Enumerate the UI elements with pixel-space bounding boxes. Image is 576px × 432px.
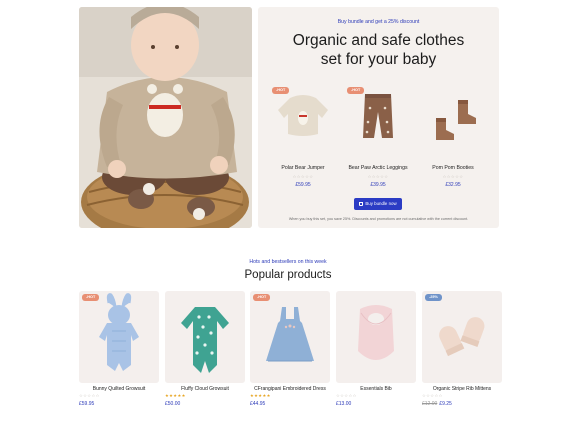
item-name[interactable]: Polar Bear Jumper [262, 165, 344, 171]
product-name[interactable]: Fluffy Cloud Growsuit [157, 386, 253, 392]
product-card[interactable]: -HOT Bunny Quilted Growsuit ☆☆☆☆☆ £59.95 [79, 291, 159, 415]
bunny-growsuit-icon[interactable] [79, 291, 159, 383]
rating-stars: ☆☆☆☆☆ [79, 393, 100, 398]
item-name[interactable]: Bear Paw Arctic Leggings [337, 165, 419, 171]
bundle-item[interactable]: Pom Pom Booties ☆☆☆☆☆ £32.95 [418, 80, 488, 195]
item-price: £59.95 [295, 182, 311, 188]
product-price: £59.95 [79, 401, 95, 407]
buy-bundle-label: Buy bundle now [365, 201, 397, 206]
old-price: £12.00 [422, 401, 438, 407]
bib-icon[interactable] [336, 291, 416, 383]
product-price: £50.00 [165, 401, 181, 407]
product-name[interactable]: CFrangipani Embroidered Dress [242, 386, 338, 392]
bundle-offer-panel: Buy bundle and get a 25% discount Organi… [258, 7, 499, 228]
hot-badge: -HOT [82, 294, 100, 301]
mittens-icon[interactable] [422, 291, 502, 383]
product-name[interactable]: Bunny Quilted Growsuit [71, 386, 167, 392]
bundle-item[interactable]: -HOT Polar Bear Jumper ☆☆☆☆☆ £59.95 [268, 80, 338, 195]
rating-stars: ☆☆☆☆☆ [422, 393, 443, 398]
item-price: £32.95 [445, 182, 461, 188]
product-price: £12.00 £9.25 [422, 401, 502, 407]
rating-stars: ☆☆☆☆☆ [442, 174, 464, 179]
rating-stars: ☆☆☆☆☆ [336, 393, 357, 398]
bundle-items: -HOT Polar Bear Jumper ☆☆☆☆☆ £59.95 -HOT… [268, 80, 489, 195]
item-name[interactable]: Pom Pom Booties [412, 165, 494, 171]
hot-badge: -HOT [253, 294, 271, 301]
bundle-title-line1: Organic and safe clothes [292, 32, 465, 49]
booties-icon[interactable] [418, 80, 488, 155]
sale-price: £9.25 [439, 401, 452, 407]
sale-badge: -25% [425, 294, 442, 301]
popular-title: Popular products [244, 269, 332, 281]
product-card[interactable]: -25% Organic Stripe Rib Mittens ☆☆☆☆☆ £1… [422, 291, 502, 415]
item-price: £39.95 [370, 182, 386, 188]
product-name[interactable]: Essentials Bib [328, 386, 424, 392]
cloud-growsuit-icon[interactable] [165, 291, 245, 383]
buy-bundle-button[interactable]: Buy bundle now [354, 198, 402, 210]
product-card[interactable]: Fluffy Cloud Growsuit ★★★★★ £50.00 [165, 291, 245, 415]
product-price: £13.00 [336, 401, 352, 407]
product-card[interactable]: Essentials Bib ☆☆☆☆☆ £13.00 [336, 291, 416, 415]
dress-icon[interactable] [250, 291, 330, 383]
rating-stars: ☆☆☆☆☆ [292, 174, 314, 179]
hot-badge: -HOT [272, 87, 290, 94]
bundle-note: When you buy this set, you save 25%. Dis… [288, 217, 469, 221]
bundle-title: Organic and safe clothes set for your ba… [258, 31, 499, 69]
bundle-promo-text: Buy bundle and get a 25% discount [337, 19, 420, 25]
product-price: £44.95 [250, 401, 266, 407]
popular-kicker: Hots and bestsellers on this week [249, 259, 327, 265]
cart-icon [359, 201, 364, 206]
rating-stars: ☆☆☆☆☆ [367, 174, 389, 179]
hot-badge: -HOT [347, 87, 365, 94]
hero-baby-photo [79, 7, 252, 228]
rating-stars: ★★★★★ [250, 393, 271, 398]
product-name[interactable]: Organic Stripe Rib Mittens [414, 386, 510, 392]
product-card[interactable]: -HOT CFrangipani Embroidered Dress ★★★★★… [250, 291, 330, 415]
bundle-title-line2: set for your baby [320, 51, 437, 68]
bundle-item[interactable]: -HOT Bear Paw Arctic Leggings ☆☆☆☆☆ £39.… [343, 80, 413, 195]
rating-stars: ★★★★★ [165, 393, 186, 398]
